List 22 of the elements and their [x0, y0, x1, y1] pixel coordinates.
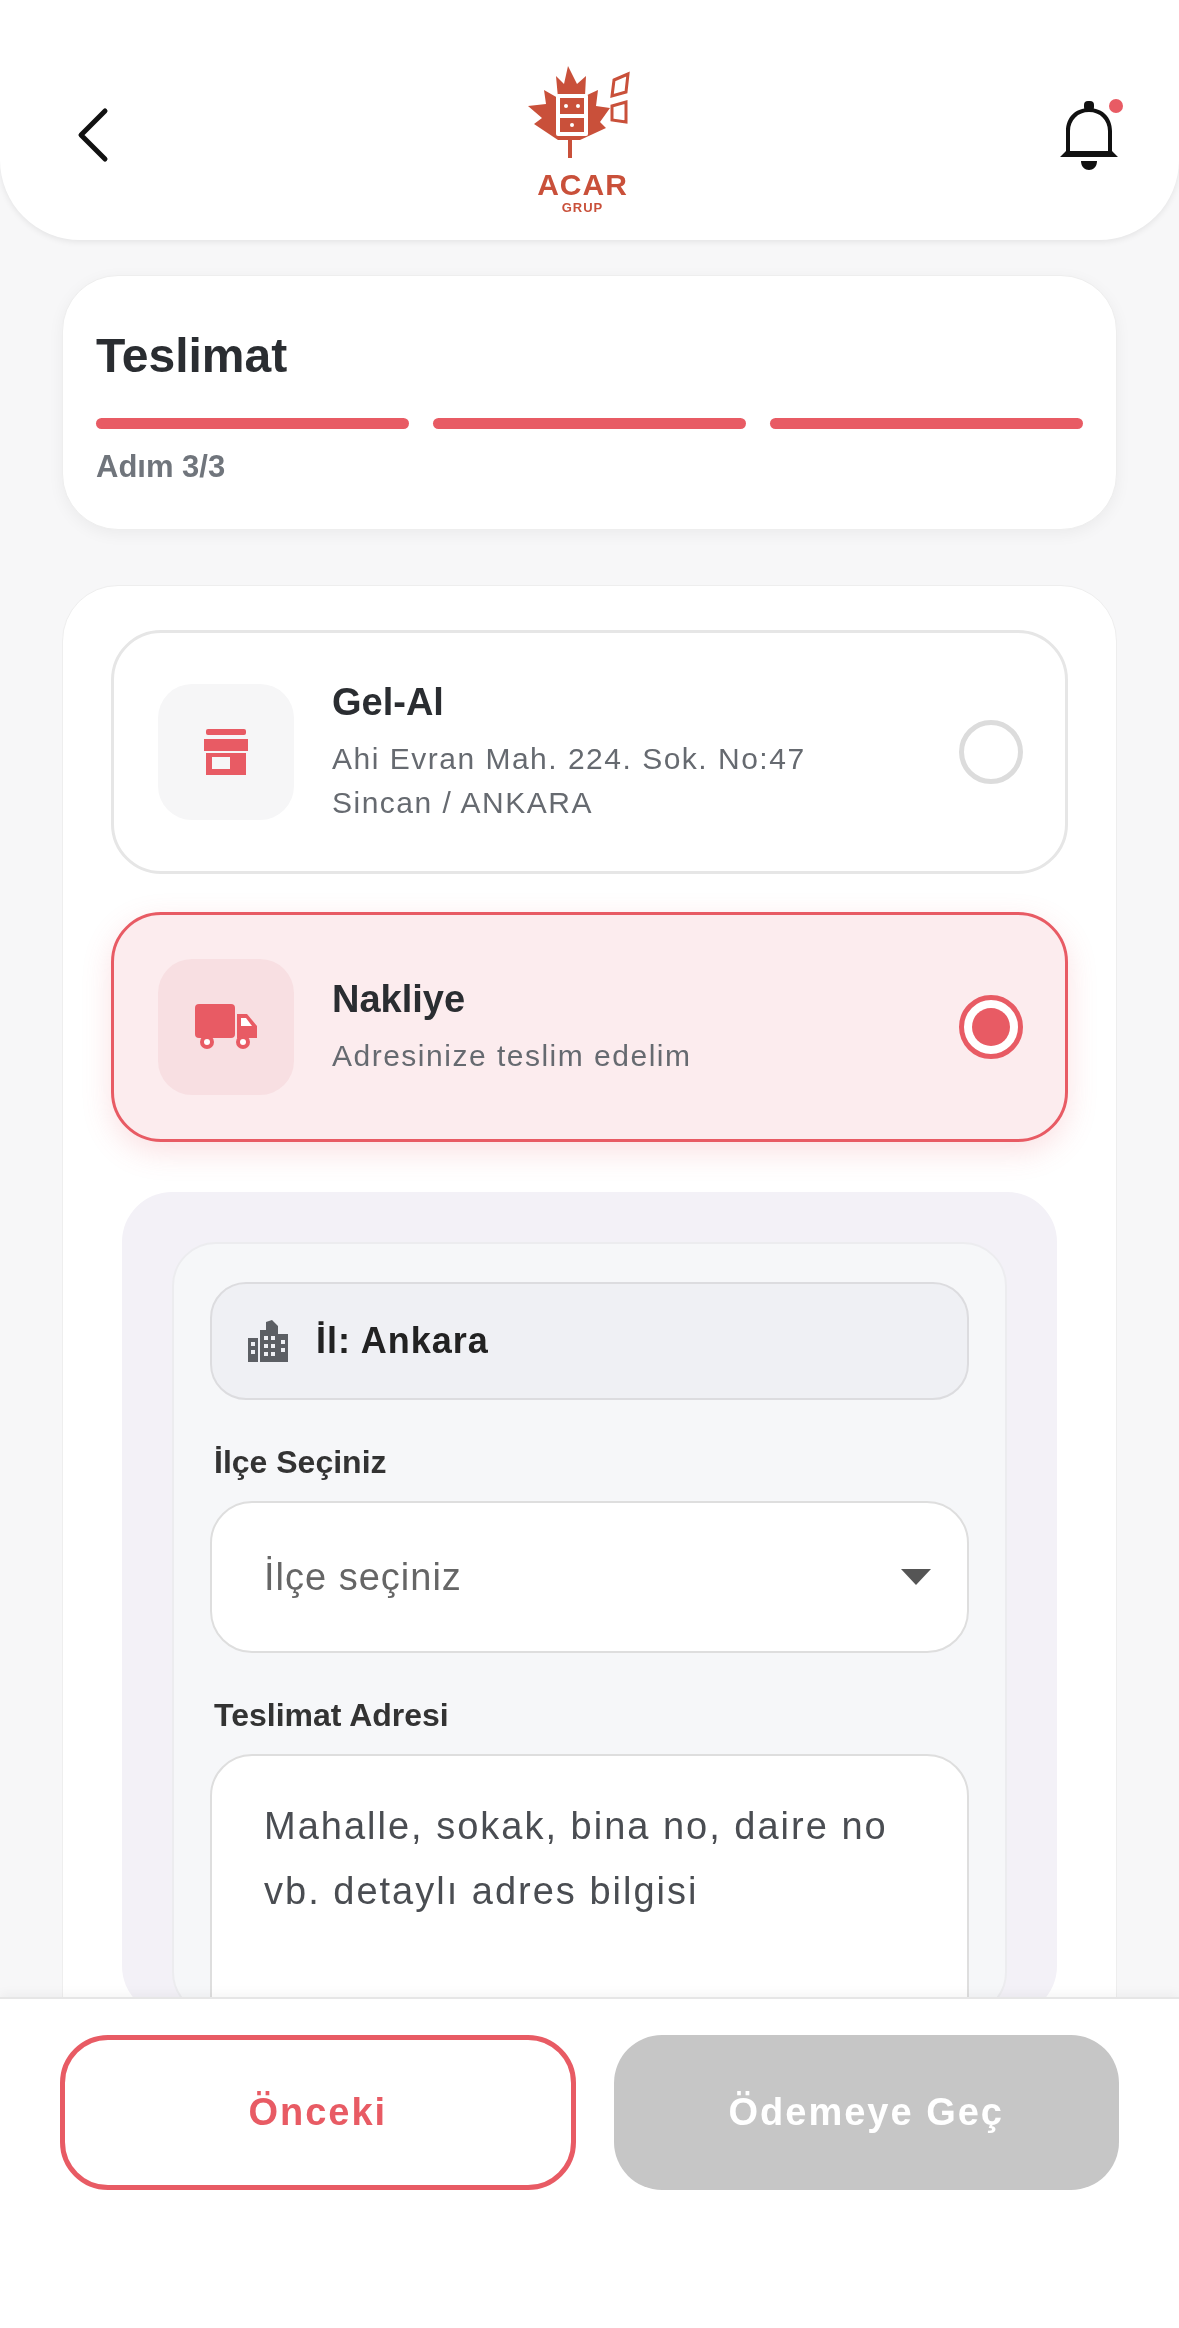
notification-bell-icon[interactable]	[1060, 101, 1118, 170]
option-description: Adresinize teslim edelim	[332, 1038, 693, 1074]
back-button[interactable]: Önceki	[60, 2035, 576, 2190]
option-description: Ahi Evran Mah. 224. Sok. No:47 Sincan / ANKARA	[332, 741, 807, 821]
city-buildings-icon	[248, 1320, 288, 1362]
logo-subtitle: GRUP	[561, 199, 604, 215]
option-title: Gel-Al	[332, 680, 445, 725]
radio-button[interactable]	[959, 995, 1023, 1059]
truck-icon	[195, 1004, 257, 1050]
address-label: Teslimat Adresi	[214, 1697, 450, 1734]
address-field[interactable]: Mahalle, sokak, bina no, daire no vb. detaylı adres bilgisi	[210, 1754, 969, 1997]
logo-title: ACAR	[537, 169, 628, 200]
district-dropdown[interactable]: İlçe seçiniz	[210, 1501, 969, 1653]
option-title: Nakliye	[332, 977, 467, 1022]
step-title: Teslimat	[96, 328, 289, 384]
caret-icon	[901, 1569, 931, 1585]
delivery-option[interactable]: Gel-Al Ahi Evran Mah. 224. Sok. No:47 Sincan / ANKARA	[111, 630, 1068, 874]
step-label: Adım 3/3	[96, 449, 227, 485]
district-label: İlçe Seçiniz	[214, 1444, 388, 1481]
delivery-option[interactable]: Nakliye Adresinize teslim edelim	[111, 912, 1068, 1142]
province-text: İl: Ankara	[316, 1320, 489, 1362]
store-icon	[202, 729, 250, 775]
